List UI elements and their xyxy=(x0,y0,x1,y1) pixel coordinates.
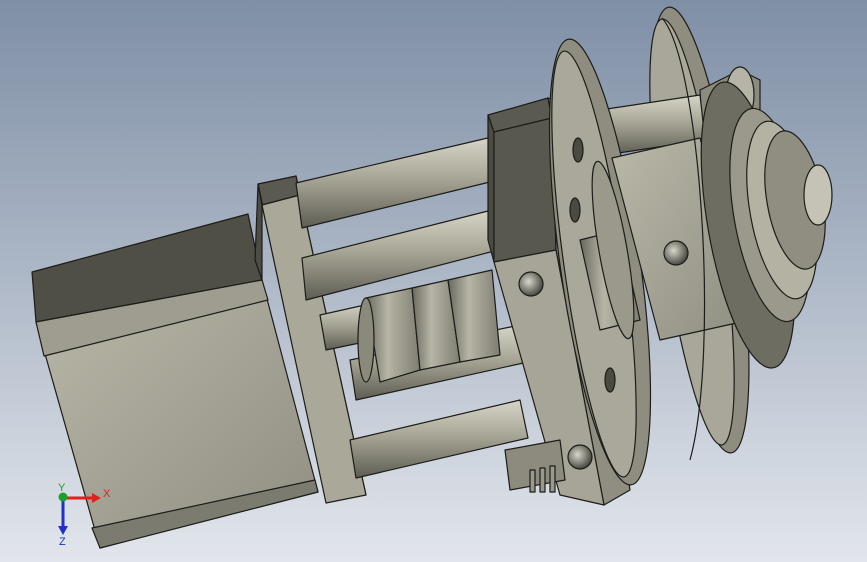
triad-y-label: Y xyxy=(58,482,66,494)
triad-x-axis xyxy=(64,493,101,503)
cad-viewport[interactable]: X Y Z xyxy=(0,0,867,562)
triad-x-label: X xyxy=(103,488,111,500)
triad-z-label: Z xyxy=(59,536,66,548)
coordinate-triad: X Y Z xyxy=(58,482,111,548)
triad-z-axis xyxy=(58,498,68,535)
